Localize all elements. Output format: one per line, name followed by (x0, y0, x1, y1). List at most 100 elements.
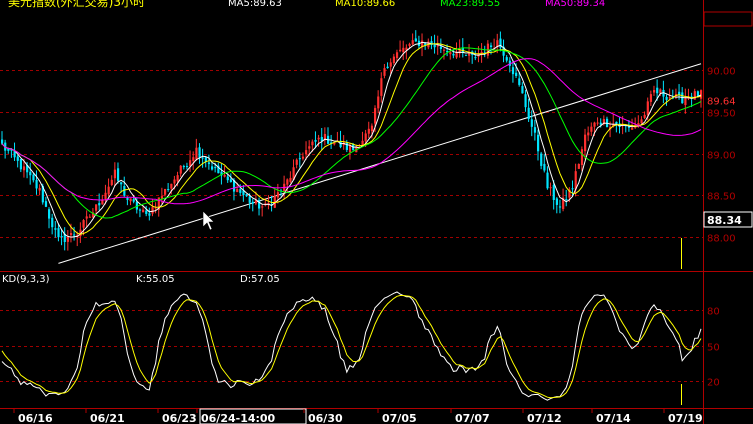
candle-body (580, 149, 584, 165)
x-tick-label: 06/23 (162, 412, 197, 424)
candle-body (44, 201, 48, 207)
candle-body (631, 128, 634, 130)
candle-body (142, 209, 145, 213)
candle-body (389, 62, 392, 67)
candle-body (317, 137, 320, 140)
candle-body (656, 87, 659, 94)
candle-body (195, 147, 198, 160)
candle-body (552, 185, 555, 200)
candle-body (649, 94, 653, 102)
kd-y-tick-label: 50 (707, 343, 720, 354)
candle-body (123, 186, 126, 196)
candle-body (452, 53, 455, 56)
candle-body (301, 156, 305, 159)
candle-body (399, 49, 402, 52)
ma-legend-1: MA5:89.63 (228, 0, 282, 9)
candle-body (367, 128, 370, 134)
candle-body (571, 188, 574, 190)
candle-body (19, 158, 23, 170)
x-tick-label: 06/16 (18, 412, 53, 424)
candle-body (643, 114, 646, 118)
ma-line-ma10 (1, 43, 702, 235)
candle-body (29, 171, 32, 176)
candle-body (370, 125, 374, 132)
candle-body (383, 68, 386, 76)
stock-chart: 89.64 90.00 89.50 89.00 88.50 88.00 80 50 20 88.3… (0, 0, 753, 424)
price-y-tick-label: 90.00 (707, 67, 736, 78)
candle-body (69, 233, 73, 236)
candle-body (395, 52, 399, 58)
candle-body (505, 57, 508, 61)
candle-body (167, 188, 170, 190)
current-price-label: 88.34 (707, 214, 742, 227)
high-price-box (703, 11, 753, 27)
candle-body (587, 132, 590, 136)
candle-body (51, 217, 54, 228)
candle-body (22, 166, 26, 171)
candle-body (148, 213, 151, 216)
candle-body (192, 157, 195, 162)
candle-body (305, 150, 308, 155)
candle-body (411, 40, 414, 45)
candle-body (289, 177, 292, 182)
candle-body (251, 201, 254, 204)
candle-body (160, 196, 164, 199)
x-tick-label: 07/05 (382, 412, 417, 424)
candle-body (116, 168, 120, 181)
candle-body (640, 119, 643, 124)
ma-legend-2: MA10:89.66 (335, 0, 395, 9)
candle-body (48, 209, 51, 219)
candle-body (546, 172, 549, 189)
candle-body (511, 67, 515, 75)
candle-body (489, 45, 493, 47)
candle-body (176, 175, 179, 182)
candle-body (57, 228, 60, 238)
candle-body (239, 189, 242, 193)
candle-body (480, 51, 483, 54)
candle-body (66, 237, 70, 242)
x-tick-label: 06/30 (308, 412, 343, 424)
candle-body (455, 52, 458, 58)
candle-body (433, 44, 436, 48)
candle-body (85, 216, 88, 219)
candle-body (646, 101, 649, 115)
crosshair-time-label: 06/24-14:00 (201, 412, 276, 424)
candle-body (98, 203, 101, 206)
candle-body (590, 126, 593, 132)
candle-body (549, 187, 552, 189)
candle-body (88, 216, 91, 218)
candle-body (402, 47, 405, 53)
candle-body (593, 122, 596, 127)
mouse-cursor-icon (202, 210, 215, 231)
candle-body (298, 158, 301, 160)
candle-body (101, 199, 104, 205)
candle-body (524, 94, 527, 108)
candle-body (540, 153, 543, 166)
candle-body (1, 139, 4, 144)
candle-body (533, 127, 537, 133)
candle-body (145, 210, 148, 214)
x-tick-label: 07/07 (455, 412, 490, 424)
candle-body (245, 194, 248, 197)
chart-window: 89.64 90.00 89.50 89.00 88.50 88.00 80 50 20 88.3… (0, 0, 753, 424)
candle-body (408, 43, 411, 46)
price-y-tick-label: 89.64 (707, 97, 736, 108)
candle-body (198, 147, 201, 158)
candle-body (201, 157, 204, 159)
candle-body (314, 139, 317, 142)
ma-line-ma50 (1, 58, 702, 205)
candle-body (474, 57, 477, 59)
price-y-tick-label: 88.50 (707, 192, 736, 203)
candle-body (129, 198, 132, 202)
candle-body (518, 78, 521, 85)
candle-body (179, 165, 182, 174)
candle-body (700, 90, 703, 99)
candle-body (54, 228, 57, 230)
price-y-tick-label: 88.00 (707, 234, 736, 245)
candle-body (364, 133, 367, 142)
candle-body (414, 38, 417, 42)
moving-average-series (1, 41, 702, 238)
candle-body (126, 197, 129, 200)
candle-body (684, 98, 687, 105)
candle-body (113, 169, 117, 179)
